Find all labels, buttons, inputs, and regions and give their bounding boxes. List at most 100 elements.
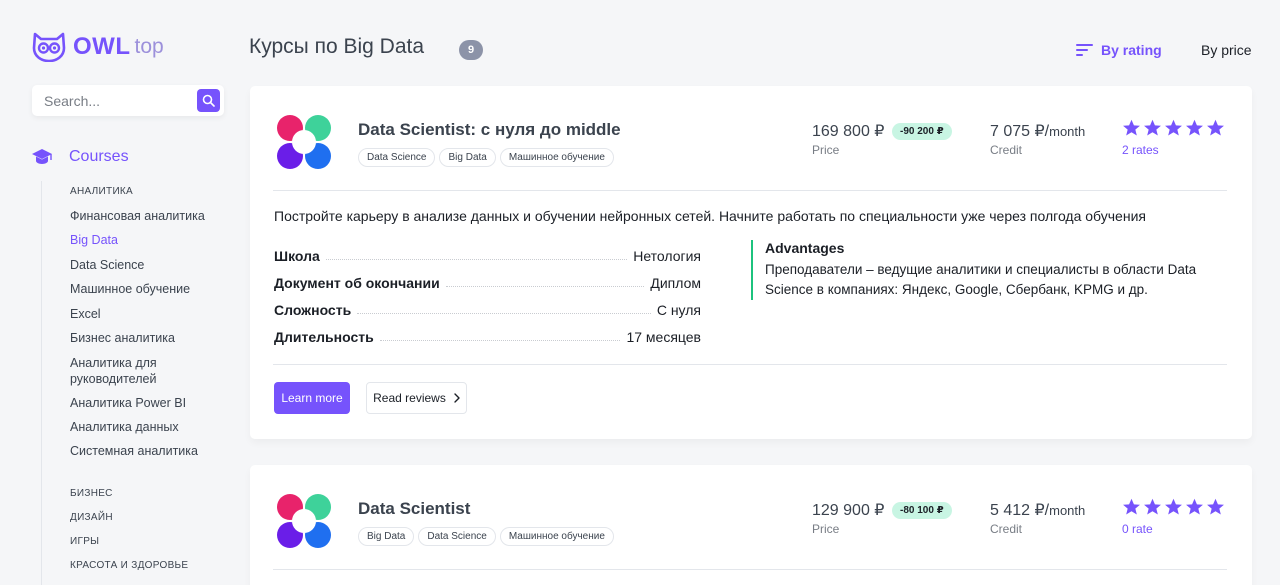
star-icon[interactable] bbox=[1206, 119, 1225, 137]
discount-badge: -80 100 ₽ bbox=[892, 502, 952, 519]
course-logo-icon bbox=[277, 494, 331, 548]
page-title: Курсы по Big Data bbox=[249, 35, 425, 58]
feature-value: С нуля bbox=[656, 302, 701, 318]
sidebar-item-analytics-for-managers[interactable]: Аналитика для руководителей bbox=[70, 355, 180, 387]
rating-stars[interactable] bbox=[1122, 119, 1225, 137]
feature-row: Школа Нетология bbox=[274, 244, 701, 264]
graduation-cap-icon bbox=[32, 149, 52, 164]
search-icon bbox=[202, 94, 215, 107]
star-icon[interactable] bbox=[1185, 498, 1204, 516]
sidebar-item-system-analytics[interactable]: Системная аналитика bbox=[70, 443, 220, 459]
category-design[interactable]: ДИЗАЙН bbox=[70, 512, 113, 523]
read-reviews-button[interactable]: Read reviews bbox=[366, 382, 467, 414]
divider bbox=[273, 364, 1227, 365]
feature-key: Школа bbox=[274, 248, 320, 264]
owl-logo-icon bbox=[32, 32, 66, 62]
category-beauty-health[interactable]: КРАСОТА И ЗДОРОВЬЕ bbox=[70, 560, 188, 571]
logo[interactable]: OWL top bbox=[31, 32, 164, 62]
courses-label: Courses bbox=[69, 148, 129, 165]
course-price: 169 800 ₽ bbox=[812, 123, 885, 140]
category-games[interactable]: ИГРЫ bbox=[70, 536, 99, 547]
star-icon[interactable] bbox=[1122, 498, 1141, 516]
feature-row: Документ об окончании Диплом bbox=[274, 271, 701, 291]
advantages-block: Advantages Преподаватели – ведущие анали… bbox=[751, 240, 1221, 300]
category-analytics[interactable]: АНАЛИТИКА bbox=[70, 186, 133, 197]
course-title[interactable]: Data Scientist: с нуля до middle bbox=[358, 120, 621, 140]
course-description: Постройте карьеру в анализе данных и обу… bbox=[274, 208, 1146, 224]
star-icon[interactable] bbox=[1143, 498, 1162, 516]
course-price: 129 900 ₽ bbox=[812, 502, 885, 519]
sidebar-item-big-data[interactable]: Big Data bbox=[70, 232, 220, 248]
star-icon[interactable] bbox=[1164, 119, 1183, 137]
course-tags: Data Science Big Data Машинное обучение bbox=[358, 148, 614, 167]
rates-count[interactable]: 2 rates bbox=[1122, 143, 1159, 157]
chevron-right-icon bbox=[454, 393, 460, 403]
sidebar: OWL top Courses АНАЛИТИКА Финансовая ана… bbox=[0, 0, 240, 585]
search-input[interactable] bbox=[32, 85, 182, 116]
course-tag[interactable]: Data Science bbox=[358, 148, 436, 167]
course-tag[interactable]: Big Data bbox=[358, 527, 415, 546]
sort-icon bbox=[1076, 44, 1093, 56]
credit-amount: 7 075 ₽/ bbox=[990, 123, 1050, 140]
logo-suffix: top bbox=[134, 35, 164, 58]
course-card: Data Scientist Big Data Data Science Маш… bbox=[250, 465, 1252, 585]
course-tag[interactable]: Машинное обучение bbox=[499, 527, 614, 546]
course-tag[interactable]: Data Science bbox=[418, 527, 496, 546]
feature-row: Длительность 17 месяцев bbox=[274, 325, 701, 345]
search-button[interactable] bbox=[197, 89, 220, 112]
course-count-badge: 9 bbox=[459, 40, 483, 60]
star-icon[interactable] bbox=[1143, 119, 1162, 137]
dotted-leader bbox=[379, 340, 621, 341]
logo-name: OWL bbox=[73, 33, 131, 60]
course-title[interactable]: Data Scientist bbox=[358, 499, 470, 519]
sidebar-item-power-bi[interactable]: Аналитика Power BI bbox=[70, 395, 220, 411]
discount-badge: -90 200 ₽ bbox=[892, 123, 952, 140]
credit-label: Credit bbox=[990, 143, 1023, 157]
feature-value: Диплом bbox=[650, 275, 701, 291]
star-icon[interactable] bbox=[1164, 498, 1183, 516]
advantages-title: Advantages bbox=[765, 240, 845, 256]
rates-count[interactable]: 0 rate bbox=[1122, 522, 1153, 536]
sidebar-item-excel[interactable]: Excel bbox=[70, 306, 220, 322]
dotted-leader bbox=[357, 313, 651, 314]
divider bbox=[273, 569, 1227, 570]
category-business[interactable]: БИЗНЕС bbox=[70, 488, 113, 499]
dotted-leader bbox=[445, 286, 645, 287]
course-logo-icon bbox=[277, 115, 331, 169]
learn-more-button[interactable]: Learn more bbox=[274, 382, 350, 414]
star-icon[interactable] bbox=[1185, 119, 1204, 137]
credit-period: month bbox=[1049, 503, 1086, 518]
feature-row: Сложность С нуля bbox=[274, 298, 701, 318]
feature-key: Документ об окончании bbox=[274, 275, 440, 291]
divider bbox=[273, 190, 1227, 191]
rating-stars[interactable] bbox=[1122, 498, 1225, 516]
sidebar-item-data-analytics[interactable]: Аналитика данных bbox=[70, 419, 220, 435]
sidebar-item-data-science[interactable]: Data Science bbox=[70, 257, 220, 273]
star-icon[interactable] bbox=[1122, 119, 1141, 137]
feature-key: Длительность bbox=[274, 329, 374, 345]
feature-value: Нетология bbox=[633, 248, 701, 264]
course-tag[interactable]: Машинное обучение bbox=[499, 148, 614, 167]
feature-value: 17 месяцев bbox=[626, 329, 701, 345]
course-credit: 7 075 ₽/month bbox=[990, 121, 1085, 141]
credit-period: month bbox=[1049, 124, 1086, 139]
course-tags: Big Data Data Science Машинное обучение bbox=[358, 527, 614, 546]
advantages-text: Преподаватели – ведущие аналитики и спец… bbox=[765, 262, 1197, 297]
sort-by-rating-button[interactable]: By rating bbox=[1076, 42, 1162, 58]
sidebar-item-business-analytics[interactable]: Бизнес аналитика bbox=[70, 330, 220, 346]
read-reviews-label: Read reviews bbox=[373, 391, 446, 405]
feature-key: Сложность bbox=[274, 302, 352, 318]
star-icon[interactable] bbox=[1206, 498, 1225, 516]
course-credit: 5 412 ₽/month bbox=[990, 500, 1085, 520]
price-label: Price bbox=[812, 143, 840, 157]
course-tag[interactable]: Big Data bbox=[439, 148, 496, 167]
sidebar-item-machine-learning[interactable]: Машинное обучение bbox=[70, 281, 220, 297]
sidebar-item-financial-analytics[interactable]: Финансовая аналитика bbox=[70, 208, 220, 224]
search-box bbox=[32, 85, 224, 116]
course-card: Data Scientist: с нуля до middle Data Sc… bbox=[250, 86, 1252, 439]
sort-by-rating-label: By rating bbox=[1101, 42, 1162, 58]
courses-section[interactable]: Courses bbox=[31, 148, 129, 166]
credit-amount: 5 412 ₽/ bbox=[990, 502, 1050, 519]
sidebar-tree: АНАЛИТИКА Финансовая аналитика Big Data … bbox=[41, 181, 221, 585]
sort-by-price-button[interactable]: By price bbox=[1201, 42, 1252, 58]
